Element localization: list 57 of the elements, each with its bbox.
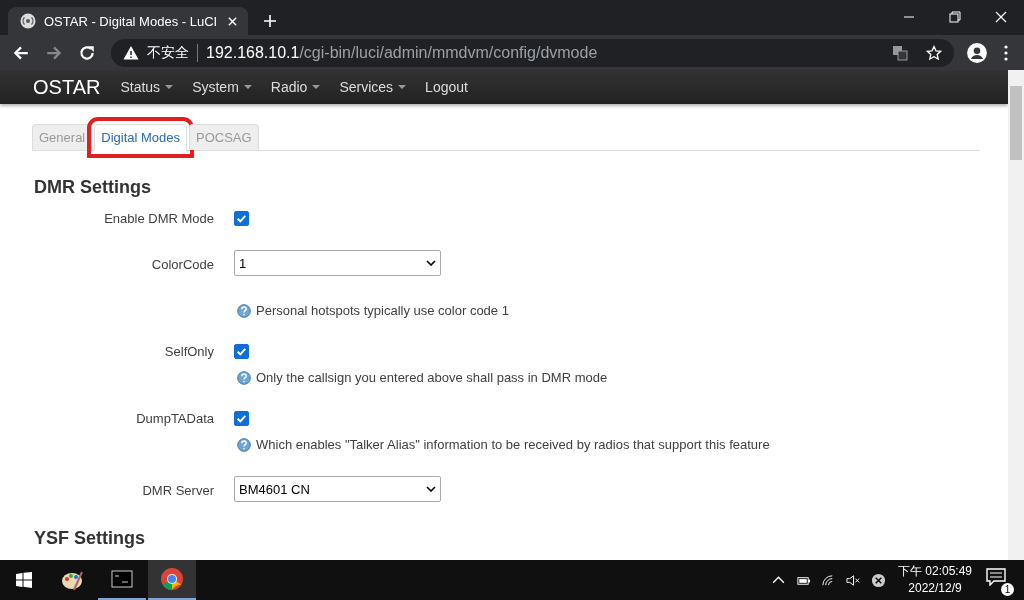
notification-count: 1 [1001, 583, 1014, 596]
chevron-down-icon [426, 260, 436, 266]
chrome-icon [160, 567, 184, 591]
close-icon[interactable] [995, 11, 1007, 23]
warning-icon [123, 44, 139, 61]
check-icon [235, 345, 248, 358]
star-icon[interactable] [926, 44, 942, 61]
url-text: 192.168.10.1/cgi-bin/luci/admin/mmdvm/config/dvmode [206, 43, 598, 62]
nav-menu-item[interactable]: System [192, 79, 252, 95]
restore-icon[interactable] [949, 11, 961, 23]
field-label: DMR Server [141, 482, 215, 500]
muted-speaker-icon[interactable] [845, 572, 861, 588]
select-dropdown[interactable]: BM4601 CN [234, 476, 441, 502]
help-text: Personal hotspots typically use color code 1 [256, 303, 509, 318]
taskbar-clock[interactable]: 下午 02:05:49 2022/12/9 [897, 563, 972, 597]
chevron-down-icon [426, 486, 436, 492]
select-dropdown[interactable]: 1 [234, 250, 441, 276]
checkbox[interactable] [234, 411, 249, 426]
checkbox[interactable] [234, 344, 249, 359]
new-tab-icon[interactable] [263, 14, 277, 28]
help-text: Which enables "Talker Alias" information to be received by radios that support this feature [256, 437, 770, 452]
error-circle-icon[interactable] [870, 572, 886, 588]
section-heading: DMR Settings [34, 177, 152, 198]
section-heading: YSF Settings [34, 528, 146, 549]
scrollbar[interactable] [1008, 70, 1024, 560]
tab-title: OSTAR - Digital Modes - LuCI [44, 13, 219, 29]
help-icon [237, 370, 251, 385]
nav-menu-item[interactable]: Services [339, 79, 407, 95]
reload-icon[interactable] [78, 43, 96, 62]
nav-menu-item[interactable]: Logout [425, 79, 468, 95]
close-icon[interactable] [227, 15, 238, 27]
windows-start-icon[interactable] [16, 572, 32, 588]
nav-menu-item[interactable]: Radio [270, 79, 321, 95]
radio-signal-icon [20, 13, 36, 29]
help-icon [237, 303, 251, 318]
clock-time: 下午 02:05:49 [897, 563, 972, 580]
help-text: Only the callsign you entered above shall pass in DMR mode [256, 370, 608, 385]
message-icon [986, 568, 1006, 586]
help-icon [237, 437, 251, 452]
field-label: ColorCode [150, 256, 215, 274]
security-label: 不安全 [147, 43, 189, 62]
address-bar[interactable]: 不安全 192.168.10.1/cgi-bin/luci/admin/mmdvm/config/dvmode [111, 38, 954, 67]
translate-icon[interactable] [892, 44, 908, 61]
brand-logo[interactable]: OSTAR [33, 75, 101, 99]
account-icon[interactable] [966, 41, 988, 64]
field-label: SelfOnly [163, 343, 215, 361]
clock-date: 2022/12/9 [908, 580, 962, 597]
nav-menu-item[interactable]: Status [120, 79, 174, 95]
browser-tab[interactable]: OSTAR - Digital Modes - LuCI [8, 7, 248, 35]
checkbox[interactable] [234, 211, 249, 226]
field-label: Enable DMR Mode [103, 210, 215, 226]
menu-icon[interactable] [1004, 44, 1008, 61]
terminal-icon [110, 567, 134, 591]
taskbar-app[interactable] [148, 560, 196, 600]
check-icon [235, 212, 248, 225]
field-label: DumpTAData [135, 410, 215, 428]
check-icon [235, 412, 248, 425]
